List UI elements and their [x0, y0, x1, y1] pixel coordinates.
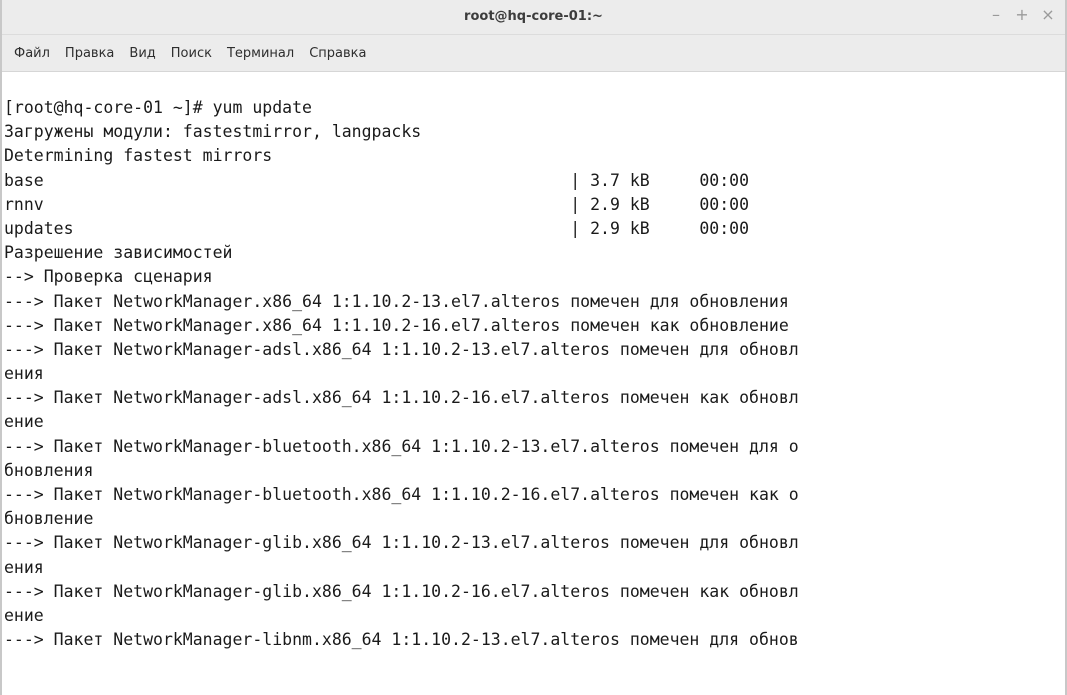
- terminal-line: ---> Пакет NetworkManager-glib.x86_64 1:…: [4, 581, 799, 601]
- terminal-line: ения: [4, 364, 44, 384]
- terminal-line: Determining fastest mirrors: [4, 146, 273, 166]
- terminal-line: ---> Пакет NetworkManager-adsl.x86_64 1:…: [4, 339, 799, 359]
- terminal-line: ---> Пакет NetworkManager.x86_64 1:1.10.…: [4, 315, 789, 335]
- menu-terminal[interactable]: Терминал: [227, 46, 294, 61]
- terminal-line: [root@hq-core-01 ~]# yum update: [4, 98, 312, 117]
- terminal-line: ---> Пакет NetworkManager-glib.x86_64 1:…: [4, 533, 799, 553]
- terminal-line: --> Проверка сценария: [4, 267, 213, 287]
- terminal-line: ения: [4, 557, 44, 577]
- maximize-icon[interactable]: +: [1015, 6, 1029, 24]
- terminal-line: ---> Пакет NetworkManager-bluetooth.x86_…: [4, 485, 799, 504]
- terminal-window: root@hq-core-01:~ – + × Файл Правка Вид …: [0, 0, 1067, 695]
- terminal-line: updates | 2.9 kB 00:00: [4, 218, 750, 238]
- minimize-icon[interactable]: –: [989, 6, 1003, 24]
- window-title: root@hq-core-01:~: [464, 9, 603, 24]
- menu-file[interactable]: Файл: [14, 46, 50, 61]
- terminal-line: бновления: [4, 460, 94, 480]
- menu-search[interactable]: Поиск: [171, 46, 212, 61]
- window-controls: – + ×: [989, 6, 1055, 24]
- terminal-line: ---> Пакет NetworkManager-libnm.x86_64 1…: [4, 630, 799, 650]
- terminal-line: бновление: [4, 509, 94, 529]
- menu-bar: Файл Правка Вид Поиск Терминал Справка: [2, 35, 1065, 72]
- close-icon[interactable]: ×: [1041, 6, 1055, 24]
- title-bar[interactable]: root@hq-core-01:~ – + ×: [2, 0, 1065, 35]
- menu-view[interactable]: Вид: [129, 46, 155, 61]
- terminal-line: ---> Пакет NetworkManager.x86_64 1:1.10.…: [4, 291, 789, 311]
- menu-edit[interactable]: Правка: [65, 46, 114, 61]
- terminal-line: ение: [4, 412, 44, 432]
- terminal-output[interactable]: [root@hq-core-01 ~]# yum update Загружены…: [4, 96, 1065, 652]
- terminal-line: ение: [4, 605, 44, 625]
- terminal-line: ---> Пакет NetworkManager-adsl.x86_64 1:…: [4, 388, 799, 408]
- terminal-line: Разрешение зависимостей: [4, 243, 233, 263]
- terminal-line: Загружены модули: fastestmirror, langpac…: [4, 122, 422, 142]
- terminal-line: base | 3.7 kB 00:00: [4, 170, 750, 190]
- menu-help[interactable]: Справка: [309, 46, 366, 61]
- terminal-line: rnnv | 2.9 kB 00:00: [4, 194, 750, 214]
- terminal-line: ---> Пакет NetworkManager-bluetooth.x86_…: [4, 436, 799, 456]
